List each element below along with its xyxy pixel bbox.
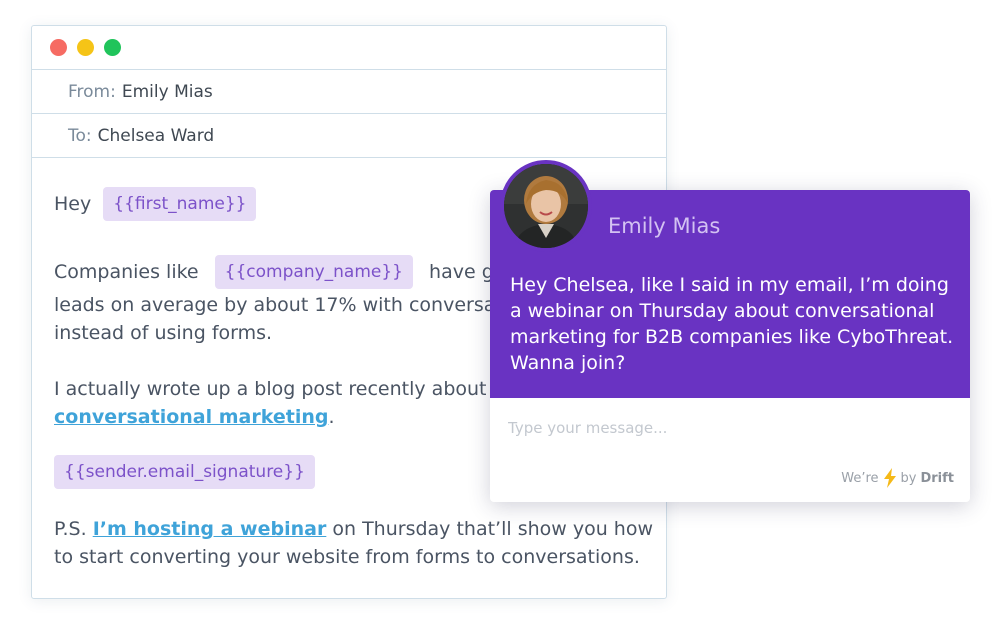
from-label: From: (68, 81, 116, 102)
powered-by-drift[interactable]: We’re by Drift (841, 468, 954, 488)
close-window-button[interactable] (50, 39, 67, 56)
ps-prefix: P.S. (54, 518, 87, 540)
ps-line-2: to start converting your website from fo… (54, 546, 640, 568)
paragraph-1-start: Companies like (54, 261, 199, 283)
drift-brand: Drift (920, 470, 954, 486)
powered-by: by (900, 470, 917, 486)
chat-message-input[interactable] (508, 416, 948, 440)
paragraph-1-line-3: instead of using forms. (54, 322, 273, 344)
signature-line: {{sender.email_signature}} (54, 455, 315, 489)
chat-sender-name: Emily Mias (608, 214, 721, 238)
minimize-window-button[interactable] (77, 39, 94, 56)
to-value[interactable]: Chelsea Ward (98, 126, 215, 146)
from-row: From: Emily Mias (32, 70, 666, 114)
greeting-text: Hey (54, 193, 92, 215)
person-photo-avatar-icon (504, 164, 588, 248)
window-titlebar (32, 26, 666, 70)
ps-rest: on Thursday that’ll show you how (332, 518, 653, 540)
paragraph-2-period: . (328, 406, 335, 428)
first-name-tag: {{first_name}} (103, 187, 257, 221)
lightning-bolt-icon (883, 468, 896, 488)
chat-header: Emily Mias Hey Chelsea, like I said in m… (490, 160, 970, 398)
chat-widget: Emily Mias Hey Chelsea, like I said in m… (490, 160, 970, 502)
paragraph-2-line-1: I actually wrote up a blog post recently… (54, 378, 487, 400)
ps-line-1: P.S. I’m hosting a webinar on Thursday t… (54, 518, 653, 540)
greeting-line: Hey {{first_name}} (54, 187, 257, 221)
paragraph-2-line-2: conversational marketing. (54, 406, 335, 428)
to-row: To: Chelsea Ward (32, 114, 666, 158)
conversational-marketing-link[interactable]: conversational marketing (54, 406, 328, 428)
company-name-tag: {{company_name}} (214, 255, 413, 289)
to-label: To: (68, 125, 92, 146)
paragraph-1-line-2: leads on average by about 17% with conve… (54, 294, 496, 316)
signature-tag: {{sender.email_signature}} (54, 455, 315, 489)
maximize-window-button[interactable] (104, 39, 121, 56)
sender-avatar (500, 160, 592, 252)
powered-prefix: We’re (841, 470, 879, 486)
webinar-link[interactable]: I’m hosting a webinar (93, 518, 327, 540)
paragraph-1-line-1: Companies like {{company_name}} have gro (54, 255, 513, 289)
from-value[interactable]: Emily Mias (122, 82, 213, 102)
chat-message: Hey Chelsea, like I said in my email, I’… (510, 274, 954, 374)
